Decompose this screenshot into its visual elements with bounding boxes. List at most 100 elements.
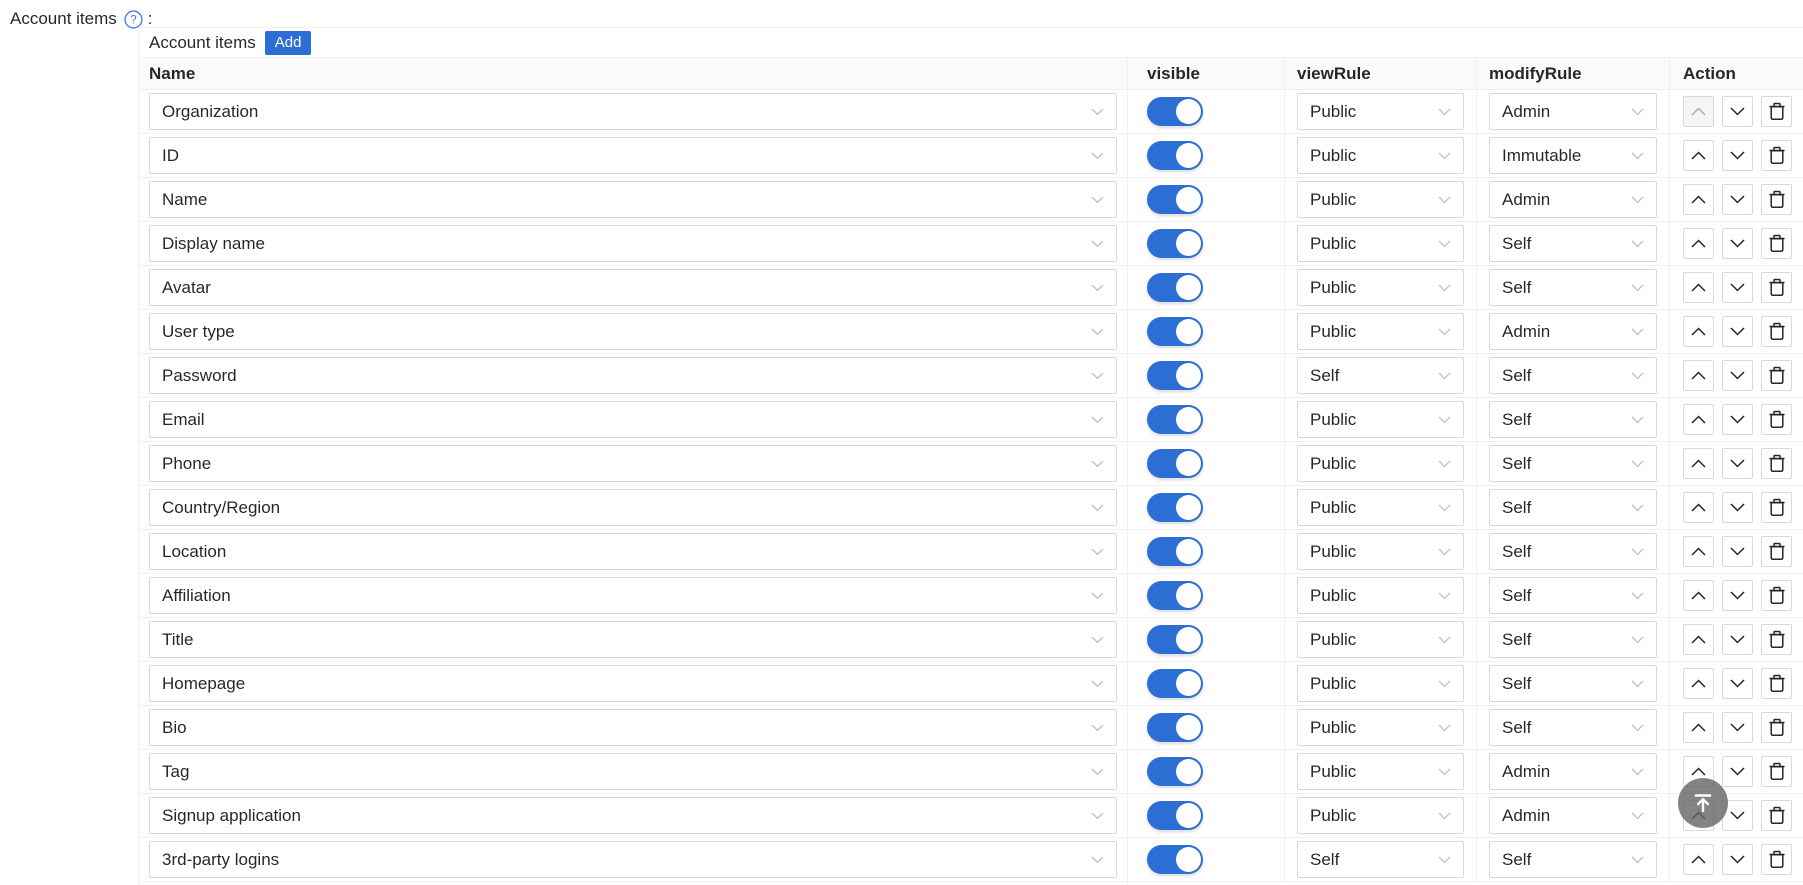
name-select[interactable]: 3rd-party logins bbox=[149, 841, 1117, 878]
move-up-button[interactable] bbox=[1683, 228, 1714, 259]
name-select[interactable]: Avatar bbox=[149, 269, 1117, 306]
visible-toggle[interactable] bbox=[1147, 845, 1203, 874]
visible-toggle[interactable] bbox=[1147, 449, 1203, 478]
modify-rule-select[interactable]: Self bbox=[1489, 841, 1657, 878]
modify-rule-select[interactable]: Self bbox=[1489, 225, 1657, 262]
move-up-button[interactable] bbox=[1683, 360, 1714, 391]
name-select[interactable]: Signup application bbox=[149, 797, 1117, 834]
modify-rule-select[interactable]: Self bbox=[1489, 401, 1657, 438]
move-down-button[interactable] bbox=[1722, 668, 1753, 699]
name-select[interactable]: Homepage bbox=[149, 665, 1117, 702]
visible-toggle[interactable] bbox=[1147, 141, 1203, 170]
delete-button[interactable] bbox=[1761, 228, 1792, 259]
move-up-button[interactable] bbox=[1683, 272, 1714, 303]
visible-toggle[interactable] bbox=[1147, 405, 1203, 434]
view-rule-select[interactable]: Public bbox=[1297, 401, 1464, 438]
delete-button[interactable] bbox=[1761, 756, 1792, 787]
move-down-button[interactable] bbox=[1722, 536, 1753, 567]
move-down-button[interactable] bbox=[1722, 360, 1753, 391]
move-down-button[interactable] bbox=[1722, 712, 1753, 743]
move-down-button[interactable] bbox=[1722, 316, 1753, 347]
delete-button[interactable] bbox=[1761, 492, 1792, 523]
delete-button[interactable] bbox=[1761, 668, 1792, 699]
add-button[interactable]: Add bbox=[265, 31, 312, 55]
name-select[interactable]: Country/Region bbox=[149, 489, 1117, 526]
delete-button[interactable] bbox=[1761, 272, 1792, 303]
move-up-button[interactable] bbox=[1683, 536, 1714, 567]
view-rule-select[interactable]: Public bbox=[1297, 533, 1464, 570]
move-up-button[interactable] bbox=[1683, 184, 1714, 215]
name-select[interactable]: Affiliation bbox=[149, 577, 1117, 614]
move-down-button[interactable] bbox=[1722, 624, 1753, 655]
visible-toggle[interactable] bbox=[1147, 229, 1203, 258]
name-select[interactable]: Name bbox=[149, 181, 1117, 218]
view-rule-select[interactable]: Public bbox=[1297, 269, 1464, 306]
move-down-button[interactable] bbox=[1722, 448, 1753, 479]
move-down-button[interactable] bbox=[1722, 140, 1753, 171]
delete-button[interactable] bbox=[1761, 360, 1792, 391]
modify-rule-select[interactable]: Admin bbox=[1489, 181, 1657, 218]
delete-button[interactable] bbox=[1761, 184, 1792, 215]
modify-rule-select[interactable]: Self bbox=[1489, 269, 1657, 306]
name-select[interactable]: Tag bbox=[149, 753, 1117, 790]
move-up-button[interactable] bbox=[1683, 580, 1714, 611]
move-up-button[interactable] bbox=[1683, 844, 1714, 875]
name-select[interactable]: Location bbox=[149, 533, 1117, 570]
name-select[interactable]: User type bbox=[149, 313, 1117, 350]
modify-rule-select[interactable]: Admin bbox=[1489, 93, 1657, 130]
delete-button[interactable] bbox=[1761, 448, 1792, 479]
modify-rule-select[interactable]: Admin bbox=[1489, 753, 1657, 790]
move-down-button[interactable] bbox=[1722, 580, 1753, 611]
visible-toggle[interactable] bbox=[1147, 713, 1203, 742]
view-rule-select[interactable]: Public bbox=[1297, 665, 1464, 702]
name-select[interactable]: Display name bbox=[149, 225, 1117, 262]
move-down-button[interactable] bbox=[1722, 96, 1753, 127]
visible-toggle[interactable] bbox=[1147, 757, 1203, 786]
name-select[interactable]: Email bbox=[149, 401, 1117, 438]
modify-rule-select[interactable]: Admin bbox=[1489, 313, 1657, 350]
back-to-top-button[interactable] bbox=[1678, 778, 1728, 828]
move-up-button[interactable] bbox=[1683, 712, 1714, 743]
move-down-button[interactable] bbox=[1722, 404, 1753, 435]
view-rule-select[interactable]: Public bbox=[1297, 181, 1464, 218]
view-rule-select[interactable]: Public bbox=[1297, 445, 1464, 482]
modify-rule-select[interactable]: Immutable bbox=[1489, 137, 1657, 174]
visible-toggle[interactable] bbox=[1147, 361, 1203, 390]
move-up-button[interactable] bbox=[1683, 668, 1714, 699]
modify-rule-select[interactable]: Self bbox=[1489, 577, 1657, 614]
view-rule-select[interactable]: Public bbox=[1297, 577, 1464, 614]
delete-button[interactable] bbox=[1761, 800, 1792, 831]
delete-button[interactable] bbox=[1761, 140, 1792, 171]
view-rule-select[interactable]: Public bbox=[1297, 225, 1464, 262]
view-rule-select[interactable]: Public bbox=[1297, 489, 1464, 526]
visible-toggle[interactable] bbox=[1147, 493, 1203, 522]
move-down-button[interactable] bbox=[1722, 844, 1753, 875]
delete-button[interactable] bbox=[1761, 580, 1792, 611]
name-select[interactable]: ID bbox=[149, 137, 1117, 174]
visible-toggle[interactable] bbox=[1147, 185, 1203, 214]
delete-button[interactable] bbox=[1761, 536, 1792, 567]
move-up-button[interactable] bbox=[1683, 448, 1714, 479]
name-select[interactable]: Password bbox=[149, 357, 1117, 394]
view-rule-select[interactable]: Public bbox=[1297, 709, 1464, 746]
modify-rule-select[interactable]: Admin bbox=[1489, 797, 1657, 834]
delete-button[interactable] bbox=[1761, 96, 1792, 127]
modify-rule-select[interactable]: Self bbox=[1489, 445, 1657, 482]
modify-rule-select[interactable]: Self bbox=[1489, 533, 1657, 570]
name-select[interactable]: Organization bbox=[149, 93, 1117, 130]
name-select[interactable]: Title bbox=[149, 621, 1117, 658]
view-rule-select[interactable]: Public bbox=[1297, 137, 1464, 174]
move-up-button[interactable] bbox=[1683, 316, 1714, 347]
move-down-button[interactable] bbox=[1722, 272, 1753, 303]
modify-rule-select[interactable]: Self bbox=[1489, 489, 1657, 526]
delete-button[interactable] bbox=[1761, 404, 1792, 435]
view-rule-select[interactable]: Public bbox=[1297, 621, 1464, 658]
move-up-button[interactable] bbox=[1683, 404, 1714, 435]
move-down-button[interactable] bbox=[1722, 756, 1753, 787]
delete-button[interactable] bbox=[1761, 712, 1792, 743]
modify-rule-select[interactable]: Self bbox=[1489, 621, 1657, 658]
visible-toggle[interactable] bbox=[1147, 625, 1203, 654]
visible-toggle[interactable] bbox=[1147, 97, 1203, 126]
view-rule-select[interactable]: Public bbox=[1297, 753, 1464, 790]
view-rule-select[interactable]: Self bbox=[1297, 841, 1464, 878]
